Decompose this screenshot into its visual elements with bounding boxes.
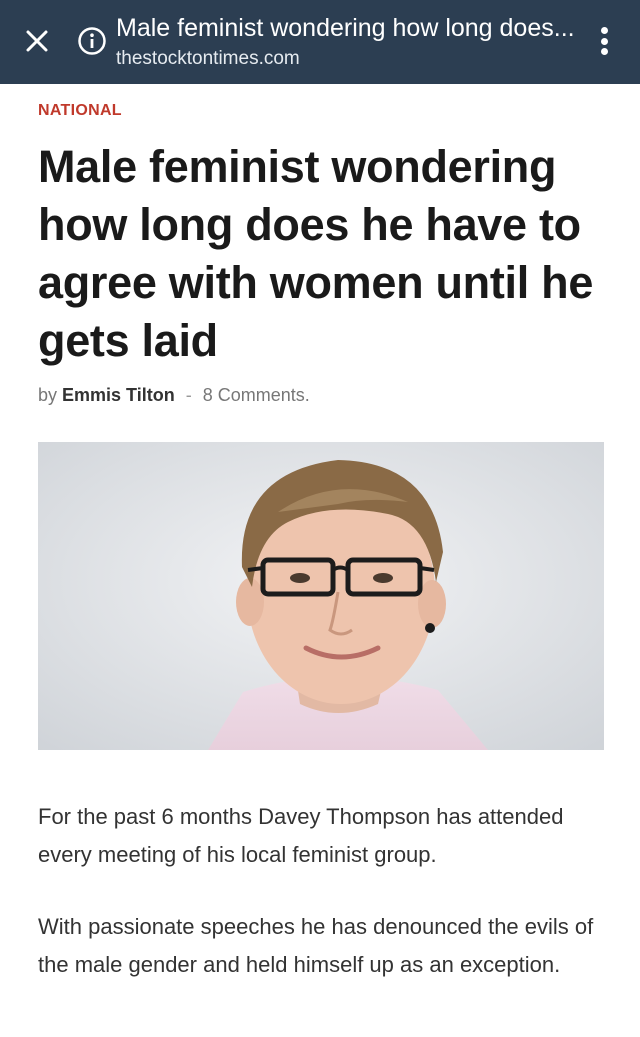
browser-toolbar: Male feminist wondering how long does...… xyxy=(0,0,640,84)
author-link[interactable]: Emmis Tilton xyxy=(62,385,175,405)
article-paragraph: With passionate speeches he has denounce… xyxy=(38,914,594,977)
byline: by Emmis Tilton - 8 Comments. xyxy=(38,384,604,406)
byline-prefix: by xyxy=(38,385,58,405)
more-vert-icon[interactable] xyxy=(594,24,614,58)
byline-separator: - xyxy=(185,385,192,405)
article-body: For the past 6 months Davey Thompson has… xyxy=(38,798,604,1018)
info-icon[interactable] xyxy=(77,26,107,56)
article-headline: Male feminist wondering how long does he… xyxy=(38,141,594,366)
comments-link[interactable]: 8 Comments. xyxy=(203,385,310,405)
page-url[interactable]: thestocktontimes.com xyxy=(116,47,300,71)
close-icon[interactable] xyxy=(22,26,52,56)
page-title: Male feminist wondering how long does... xyxy=(116,14,575,42)
article-paragraph: For the past 6 months Davey Thompson has… xyxy=(38,804,564,867)
article-header: NATIONAL Male feminist wondering how lon… xyxy=(38,84,604,406)
article-category[interactable]: NATIONAL xyxy=(38,101,604,121)
article-photo xyxy=(38,442,604,750)
